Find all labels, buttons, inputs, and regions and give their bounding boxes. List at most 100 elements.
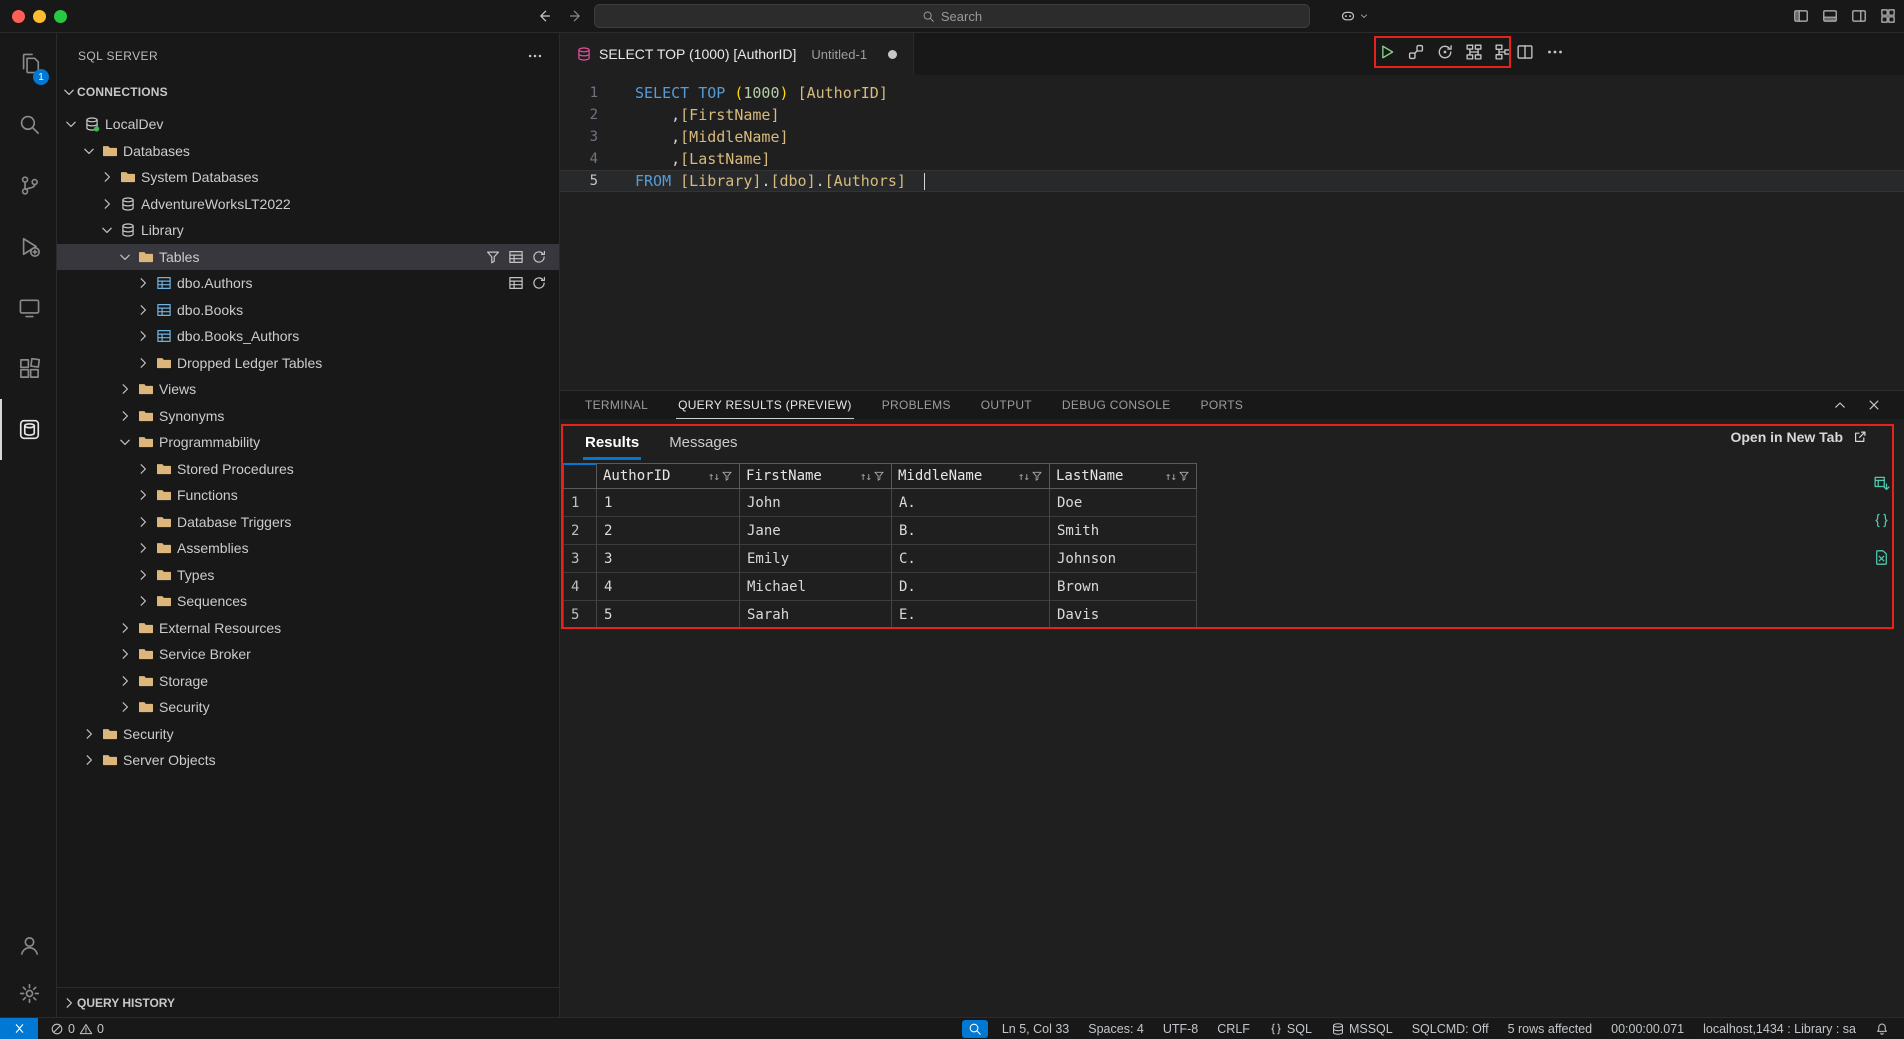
- tree-item-dbo-books[interactable]: dbo.Books: [57, 297, 559, 324]
- close-window-button[interactable]: [12, 10, 25, 23]
- grid-column-header-firstname[interactable]: FirstName↑↓: [740, 463, 892, 489]
- code-editor[interactable]: 1SELECT TOP (1000) [AuthorID]2 ,[FirstNa…: [560, 75, 1904, 390]
- tree-item-stored-procedures[interactable]: Stored Procedures: [57, 456, 559, 483]
- results-tab-messages[interactable]: Messages: [667, 427, 739, 460]
- forward-arrow-icon[interactable]: [568, 8, 584, 24]
- tree-item-functions[interactable]: Functions: [57, 482, 559, 509]
- action-estimated-plan[interactable]: [1465, 43, 1483, 66]
- grid-cell[interactable]: Smith: [1050, 517, 1197, 545]
- status-sqlcmd-mode[interactable]: SQLCMD: Off: [1407, 1018, 1494, 1039]
- grid-cell[interactable]: John: [740, 489, 892, 517]
- connections-section-header[interactable]: CONNECTIONS: [57, 79, 559, 105]
- grid-cell[interactable]: Sarah: [740, 601, 892, 629]
- action-split-editor[interactable]: [1516, 43, 1534, 66]
- panel-tab-output[interactable]: OUTPUT: [979, 391, 1034, 419]
- status-cursor-position[interactable]: Ln 5, Col 33: [997, 1018, 1074, 1039]
- action-actual-plan[interactable]: [1494, 43, 1512, 66]
- maximize-panel-icon[interactable]: [1832, 397, 1848, 413]
- grid-cell[interactable]: Michael: [740, 573, 892, 601]
- row-number-cell[interactable]: 5: [563, 601, 597, 629]
- save-as-csv-button[interactable]: [1873, 475, 1890, 497]
- copilot-menu[interactable]: [1340, 8, 1369, 24]
- refresh-action-icon[interactable]: [531, 249, 547, 265]
- grid-cell[interactable]: Jane: [740, 517, 892, 545]
- status-query-time[interactable]: 00:00:00.071: [1606, 1018, 1689, 1039]
- grid-cell[interactable]: 1: [597, 489, 740, 517]
- status-encoding[interactable]: UTF-8: [1158, 1018, 1203, 1039]
- tree-item-adventureworkslt2022[interactable]: AdventureWorksLT2022: [57, 191, 559, 218]
- results-tab-results[interactable]: Results: [583, 427, 641, 460]
- toggle-primary-sidebar-icon[interactable]: [1793, 8, 1809, 24]
- toggle-panel-icon[interactable]: [1822, 8, 1838, 24]
- status-zoom-indicator[interactable]: [962, 1020, 988, 1038]
- grid-cell[interactable]: 3: [597, 545, 740, 573]
- grid-cell[interactable]: Doe: [1050, 489, 1197, 517]
- tree-item-dropped-ledger-tables[interactable]: Dropped Ledger Tables: [57, 350, 559, 377]
- grid-cell[interactable]: Davis: [1050, 601, 1197, 629]
- tree-item-security[interactable]: Security: [57, 694, 559, 721]
- minimize-window-button[interactable]: [33, 10, 46, 23]
- tree-item-server-objects[interactable]: Server Objects: [57, 747, 559, 774]
- tree-item-security[interactable]: Security: [57, 721, 559, 748]
- row-number-cell[interactable]: 2: [563, 517, 597, 545]
- tree-item-system-databases[interactable]: System Databases: [57, 164, 559, 191]
- tree-item-storage[interactable]: Storage: [57, 668, 559, 695]
- tree-item-synonyms[interactable]: Synonyms: [57, 403, 559, 430]
- command-center-search[interactable]: Search: [594, 4, 1310, 28]
- grid-column-header-middlename[interactable]: MiddleName↑↓: [892, 463, 1050, 489]
- panel-tab-problems[interactable]: PROBLEMS: [880, 391, 953, 419]
- toggle-secondary-sidebar-icon[interactable]: [1851, 8, 1867, 24]
- activity-item-explorer[interactable]: 1: [0, 33, 56, 94]
- remote-indicator[interactable]: [0, 1018, 38, 1039]
- grid-cell[interactable]: Emily: [740, 545, 892, 573]
- status-eol[interactable]: CRLF: [1212, 1018, 1255, 1039]
- tree-item-database-triggers[interactable]: Database Triggers: [57, 509, 559, 536]
- modified-indicator[interactable]: [888, 50, 897, 59]
- tree-item-service-broker[interactable]: Service Broker: [57, 641, 559, 668]
- close-panel-icon[interactable]: [1866, 397, 1882, 413]
- activity-item-settings[interactable]: [0, 969, 56, 1017]
- action-disconnect[interactable]: [1407, 43, 1425, 66]
- refresh-action-icon[interactable]: [531, 275, 547, 291]
- row-number-cell[interactable]: 4: [563, 573, 597, 601]
- zoom-window-button[interactable]: [54, 10, 67, 23]
- grid-cell[interactable]: B.: [892, 517, 1050, 545]
- row-number-cell[interactable]: 3: [563, 545, 597, 573]
- activity-item-source-control[interactable]: [0, 155, 56, 216]
- tree-item-tables[interactable]: Tables: [57, 244, 559, 271]
- status-language-mode[interactable]: SQL: [1264, 1018, 1317, 1039]
- status-indentation[interactable]: Spaces: 4: [1083, 1018, 1149, 1039]
- activity-item-run-debug[interactable]: [0, 216, 56, 277]
- editor-tab[interactable]: SELECT TOP (1000) [AuthorID] Untitled-1: [560, 33, 914, 75]
- tree-item-types[interactable]: Types: [57, 562, 559, 589]
- activity-item-search[interactable]: [0, 94, 56, 155]
- activity-item-accounts[interactable]: [0, 921, 56, 969]
- tree-item-databases[interactable]: Databases: [57, 138, 559, 165]
- grid-cell[interactable]: C.: [892, 545, 1050, 573]
- panel-tab-query-results-preview[interactable]: QUERY RESULTS (PREVIEW): [676, 391, 854, 419]
- grid-cell[interactable]: D.: [892, 573, 1050, 601]
- tree-item-external-resources[interactable]: External Resources: [57, 615, 559, 642]
- tree-item-views[interactable]: Views: [57, 376, 559, 403]
- activity-item-extensions[interactable]: [0, 338, 56, 399]
- sort-icon[interactable]: ↑↓: [1018, 470, 1029, 483]
- grid-cell[interactable]: Johnson: [1050, 545, 1197, 573]
- panel-tab-ports[interactable]: PORTS: [1199, 391, 1246, 419]
- grid-cell[interactable]: E.: [892, 601, 1050, 629]
- filter-icon[interactable]: [873, 470, 885, 482]
- grid-cell[interactable]: 5: [597, 601, 740, 629]
- problems-status[interactable]: 0 0: [42, 1018, 112, 1039]
- grid-cell[interactable]: 4: [597, 573, 740, 601]
- tree-item-localdev[interactable]: LocalDev: [57, 111, 559, 138]
- panel-tab-debug-console[interactable]: DEBUG CONSOLE: [1060, 391, 1173, 419]
- activity-item-sql-server[interactable]: [0, 399, 56, 460]
- grid-cell[interactable]: 2: [597, 517, 740, 545]
- table-action-icon[interactable]: [508, 249, 524, 265]
- tree-item-library[interactable]: Library: [57, 217, 559, 244]
- grid-cell[interactable]: Brown: [1050, 573, 1197, 601]
- back-arrow-icon[interactable]: [536, 8, 552, 24]
- tree-item-dbo-books-authors[interactable]: dbo.Books_Authors: [57, 323, 559, 350]
- row-number-cell[interactable]: 1: [563, 489, 597, 517]
- open-in-new-tab-button[interactable]: Open in New Tab: [1730, 429, 1868, 445]
- panel-tab-terminal[interactable]: TERMINAL: [583, 391, 650, 419]
